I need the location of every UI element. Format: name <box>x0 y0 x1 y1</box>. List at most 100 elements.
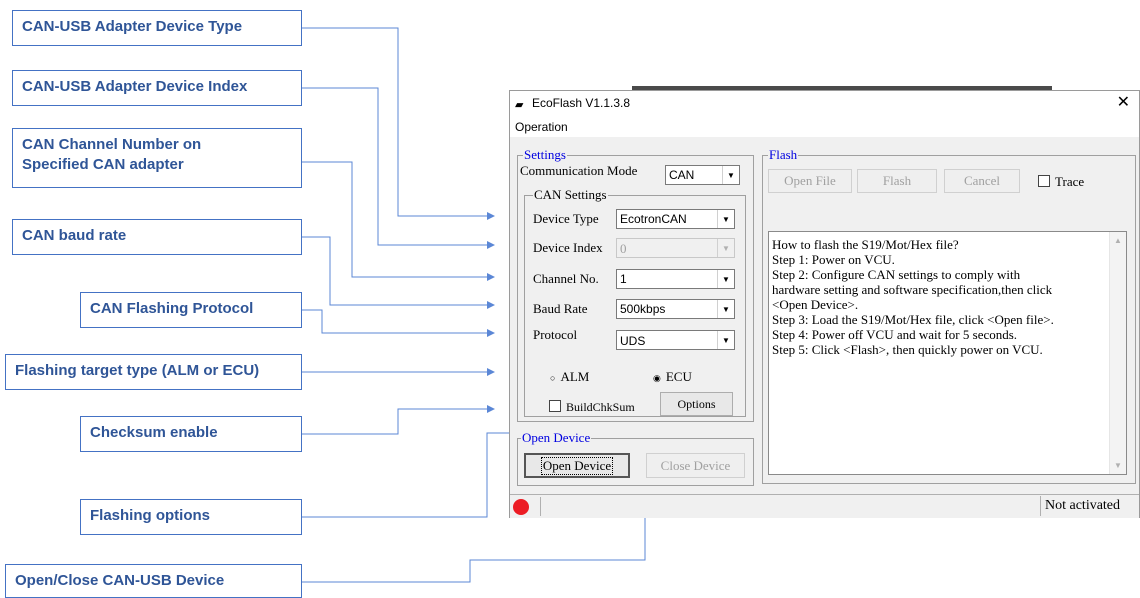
callout-target-type: Flashing target type (ALM or ECU) <box>5 354 302 390</box>
protocol-value: UDS <box>620 334 646 348</box>
open-device-button[interactable]: Open Device <box>524 453 630 478</box>
chevron-down-icon: ▼ <box>717 331 734 349</box>
menu-bar: Operation <box>510 117 1139 137</box>
protocol-select[interactable]: UDS ▼ <box>616 330 735 350</box>
callout-device-index: CAN-USB Adapter Device Index <box>12 70 302 106</box>
radio-alm-label: ALM <box>560 369 590 384</box>
callout-baud-rate-text: CAN baud rate <box>22 227 127 244</box>
instructions-text: How to flash the S19/Mot/Hex file? Step … <box>769 237 1054 357</box>
instructions-textarea[interactable]: How to flash the S19/Mot/Hex file? Step … <box>768 231 1127 475</box>
buildchksum-checkbox[interactable]: BuildChkSum <box>549 400 635 415</box>
baud-rate-label: Baud Rate <box>533 301 588 316</box>
comm-mode-select[interactable]: CAN ▼ <box>665 165 740 185</box>
instruction-line: Step 1: Power on VCU. <box>772 252 895 267</box>
connector-protocol <box>302 309 495 337</box>
options-button[interactable]: Options <box>660 392 733 416</box>
close-device-button[interactable]: Close Device <box>646 453 745 478</box>
callout-device-type-text: CAN-USB Adapter Device Type <box>22 18 243 35</box>
instruction-line: Step 5: Click <Flash>, then quickly powe… <box>772 342 1043 357</box>
settings-group-label: Settings <box>523 147 567 162</box>
baud-rate-value: 500kbps <box>620 302 666 316</box>
options-button-label: Options <box>677 396 716 411</box>
chevron-down-icon: ▼ <box>717 300 734 318</box>
chevron-down-icon: ▼ <box>717 270 734 288</box>
checkbox-icon <box>549 400 561 412</box>
chevron-down-icon: ▼ <box>722 166 739 184</box>
radio-ecu-label: ECU <box>665 369 692 384</box>
callout-checksum-text: Checksum enable <box>90 424 218 441</box>
device-type-value: EcotronCAN <box>620 212 687 226</box>
car-icon: ▰ <box>515 99 524 111</box>
scroll-down-icon[interactable]: ▼ <box>1114 461 1122 470</box>
cancel-button-label: Cancel <box>963 173 1001 188</box>
callout-device-index-text: CAN-USB Adapter Device Index <box>22 78 248 95</box>
scroll-up-icon[interactable]: ▲ <box>1114 236 1122 245</box>
callout-open-close-text: Open/Close CAN-USB Device <box>15 572 225 589</box>
device-index-value: 0 <box>620 241 627 256</box>
callout-channel: CAN Channel Number on Specified CAN adapt… <box>12 128 302 188</box>
device-type-label: Device Type <box>533 211 599 226</box>
cancel-button[interactable]: Cancel <box>944 169 1020 193</box>
instruction-line: Step 2: Configure CAN settings to comply… <box>772 267 1021 282</box>
trace-checkbox[interactable]: Trace <box>1038 174 1084 190</box>
callout-baud-rate: CAN baud rate <box>12 219 302 255</box>
status-divider <box>540 497 541 516</box>
instruction-line: hardware setting and software specificat… <box>772 282 1053 297</box>
open-file-button-label: Open File <box>784 173 836 188</box>
status-indicator-icon <box>513 499 529 515</box>
instruction-line: How to flash the S19/Mot/Hex file? <box>772 237 959 252</box>
device-index-select[interactable]: 0 ▼ <box>616 238 735 258</box>
chevron-down-icon: ▼ <box>717 239 734 257</box>
radio-off-icon: ○ <box>550 373 556 383</box>
radio-on-icon: ◉ <box>653 373 661 383</box>
flash-button[interactable]: Flash <box>857 169 937 193</box>
open-device-button-label: Open Device <box>540 456 614 475</box>
can-settings-group: CAN Settings Device Type EcotronCAN ▼ De… <box>524 188 746 417</box>
radio-alm[interactable]: ○ ALM <box>550 369 589 385</box>
callout-channel-line1: CAN Channel Number on <box>22 136 202 153</box>
open-device-group: Open Device Open Device Close Device <box>517 431 754 486</box>
device-type-select[interactable]: EcotronCAN ▼ <box>616 209 735 229</box>
flash-group-label: Flash <box>768 147 799 162</box>
callout-channel-line2: Specified CAN adapter <box>22 156 184 174</box>
connector-device-type <box>302 27 495 220</box>
instruction-line: Step 3: Load the S19/Mot/Hex file, click… <box>772 312 1054 327</box>
close-device-button-label: Close Device <box>660 457 731 473</box>
settings-group: Settings Communication Mode CAN ▼ CAN Se… <box>517 148 754 422</box>
channel-select[interactable]: 1 ▼ <box>616 269 735 289</box>
callout-checksum: Checksum enable <box>80 416 302 452</box>
callout-protocol-text: CAN Flashing Protocol <box>90 300 254 317</box>
instruction-line: Step 4: Power off VCU and wait for 5 sec… <box>772 327 1018 342</box>
radio-ecu[interactable]: ◉ ECU <box>653 369 692 385</box>
connector-baud-rate <box>302 236 495 309</box>
vertical-scrollbar[interactable]: ▲ ▼ <box>1109 232 1126 474</box>
callout-device-type: CAN-USB Adapter Device Type <box>12 10 302 46</box>
menu-operation[interactable]: Operation <box>515 120 568 134</box>
callout-options-text: Flashing options <box>90 507 210 524</box>
channel-label: Channel No. <box>533 271 599 286</box>
close-button[interactable]: ✕ <box>1117 92 1130 112</box>
can-settings-label: CAN Settings <box>533 187 608 202</box>
instruction-line: <Open Device>. <box>772 297 859 312</box>
buildchksum-label: BuildChkSum <box>566 400 635 414</box>
chevron-down-icon: ▼ <box>717 210 734 228</box>
comm-mode-label: Communication Mode <box>520 163 638 178</box>
channel-value: 1 <box>620 272 627 286</box>
connector-checksum <box>302 405 495 435</box>
flash-button-label: Flash <box>882 173 912 188</box>
open-device-group-label: Open Device <box>521 430 592 445</box>
checkbox-icon <box>1038 175 1050 187</box>
title-bar[interactable]: ▰ EcoFlash V1.1.3.8 ✕ <box>510 91 1139 117</box>
callout-target-type-text: Flashing target type (ALM or ECU) <box>15 362 260 379</box>
comm-mode-value: CAN <box>669 168 695 182</box>
callout-options: Flashing options <box>80 499 302 535</box>
window-title: EcoFlash V1.1.3.8 <box>532 96 631 110</box>
device-index-label: Device Index <box>533 240 603 255</box>
callout-protocol: CAN Flashing Protocol <box>80 292 302 328</box>
status-bar: Not activated <box>510 494 1139 518</box>
protocol-label: Protocol <box>533 327 578 342</box>
open-file-button[interactable]: Open File <box>768 169 852 193</box>
callout-open-close: Open/Close CAN-USB Device <box>5 564 302 598</box>
baud-rate-select[interactable]: 500kbps ▼ <box>616 299 735 319</box>
trace-label: Trace <box>1055 174 1085 189</box>
